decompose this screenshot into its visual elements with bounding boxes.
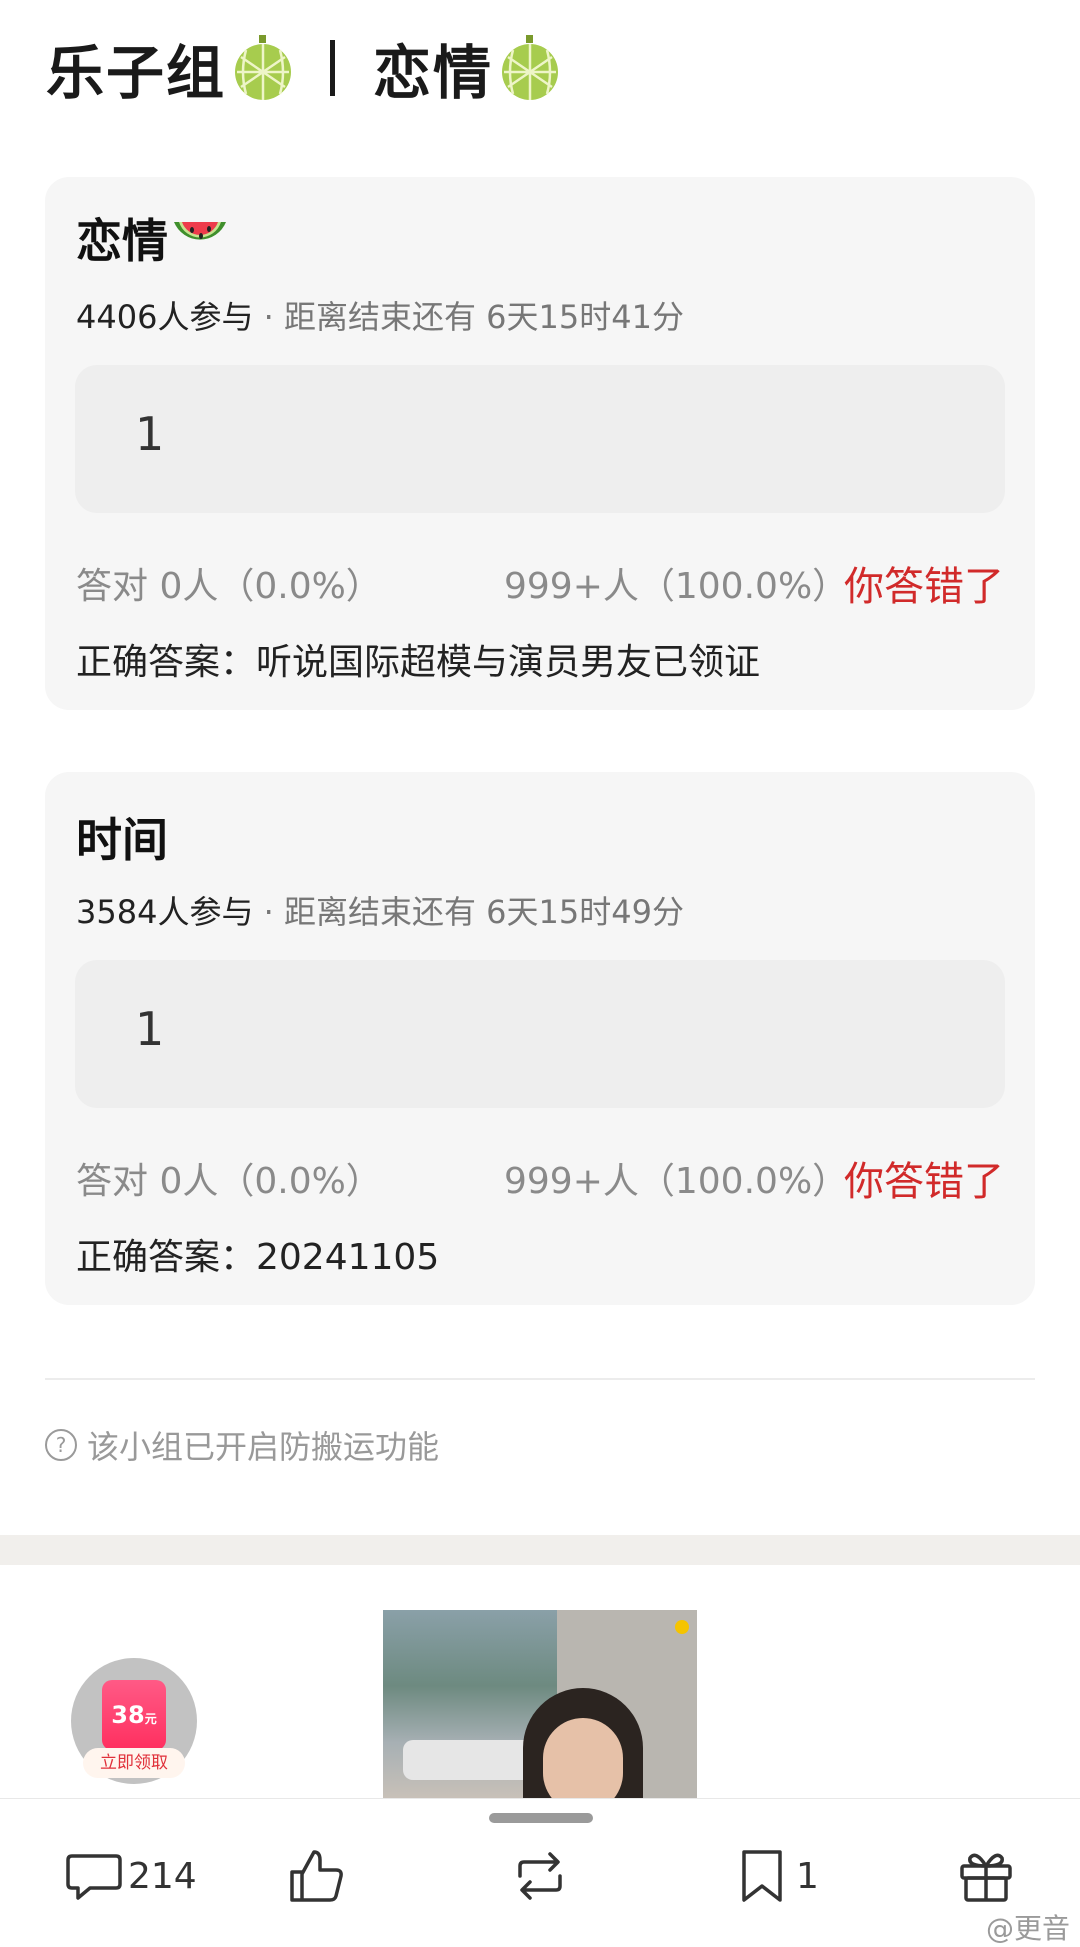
poll-title: 恋情: [76, 205, 230, 271]
my-answer-box[interactable]: 1: [75, 960, 1005, 1108]
bookmark-button[interactable]: 1: [732, 1841, 819, 1911]
watermelon-icon: [174, 222, 226, 240]
my-answer-box[interactable]: 1: [75, 365, 1005, 513]
poll-title: 时间: [76, 804, 168, 870]
poll-card: 恋情 4406人参与 · 距离结束还有 6天15时41分 1 答对 0人（0.0…: [45, 177, 1035, 710]
drag-handle[interactable]: [489, 1813, 593, 1823]
poll-title-text: 恋情: [76, 214, 168, 268]
poll-card: 时间 3584人参与 · 距离结束还有 6天15时49分 1 答对 0人（0.0…: [45, 772, 1035, 1305]
melon-icon: [502, 35, 559, 100]
correct-answer: 正确答案：20241105: [76, 1237, 440, 1278]
participant-count: 3584人参与: [76, 893, 254, 931]
my-answer: 1: [135, 407, 165, 461]
correct-stat: 答对 0人（0.0%）: [76, 566, 382, 607]
notice-text: 该小组已开启防搬运功能: [87, 1428, 440, 1466]
question-circle-icon[interactable]: ?: [45, 1429, 77, 1461]
repost-button[interactable]: [510, 1841, 570, 1911]
divider: [45, 1378, 1035, 1380]
wrong-stat: 999+人（100.0%）: [504, 1161, 849, 1202]
result-label: 你答错了: [844, 564, 1004, 610]
comment-button[interactable]: 214: [64, 1841, 197, 1911]
wrong-stat: 999+人（100.0%）: [504, 566, 849, 607]
watermark: @更音: [985, 1912, 1070, 1945]
deadline: · 距离结束还有 6天15时41分: [263, 298, 684, 336]
anti-repost-notice: ? 该小组已开启防搬运功能: [45, 1422, 439, 1468]
poll-title-text: 时间: [76, 813, 168, 867]
section-separator: [0, 1535, 1080, 1565]
gift-button[interactable]: [956, 1841, 1016, 1911]
reward-amount: 38: [111, 1701, 145, 1729]
bookmark-icon: [742, 1850, 782, 1902]
comment-icon: [66, 1854, 122, 1900]
poll-meta: 4406人参与 · 距离结束还有 6天15时41分: [76, 292, 684, 338]
thumbnail-face: [543, 1718, 623, 1800]
bookmark-count: 1: [796, 1855, 819, 1897]
repost-icon: [518, 1852, 562, 1900]
header: 乐子组 恋情: [46, 28, 561, 108]
reward-float-button[interactable]: 38元 立即领取: [71, 1658, 197, 1784]
gift-icon: [960, 1853, 1012, 1902]
poll-meta: 3584人参与 · 距离结束还有 6天15时49分: [76, 887, 684, 933]
claim-label: 立即领取: [83, 1748, 185, 1778]
topic-name: 恋情: [373, 39, 494, 107]
bottom-action-bar: 214 1 @更音: [0, 1798, 1080, 1947]
like-button[interactable]: [286, 1841, 346, 1911]
participant-count: 4406人参与: [76, 298, 254, 336]
my-answer: 1: [135, 1002, 165, 1056]
status-dot: [675, 1620, 689, 1634]
video-thumbnail[interactable]: [383, 1610, 697, 1800]
deadline: · 距离结束还有 6天15时49分: [263, 893, 684, 931]
reward-unit: 元: [144, 1712, 157, 1726]
red-packet-icon: 38元: [102, 1680, 166, 1750]
header-separator: [330, 40, 336, 96]
comment-count: 214: [128, 1855, 197, 1897]
thumbs-up-icon: [290, 1850, 343, 1902]
result-label: 你答错了: [844, 1159, 1004, 1205]
group-name[interactable]: 乐子组: [46, 26, 226, 110]
melon-icon: [235, 35, 292, 100]
correct-stat: 答对 0人（0.0%）: [76, 1161, 382, 1202]
correct-answer: 正确答案：听说国际超模与演员男友已领证: [76, 642, 761, 683]
